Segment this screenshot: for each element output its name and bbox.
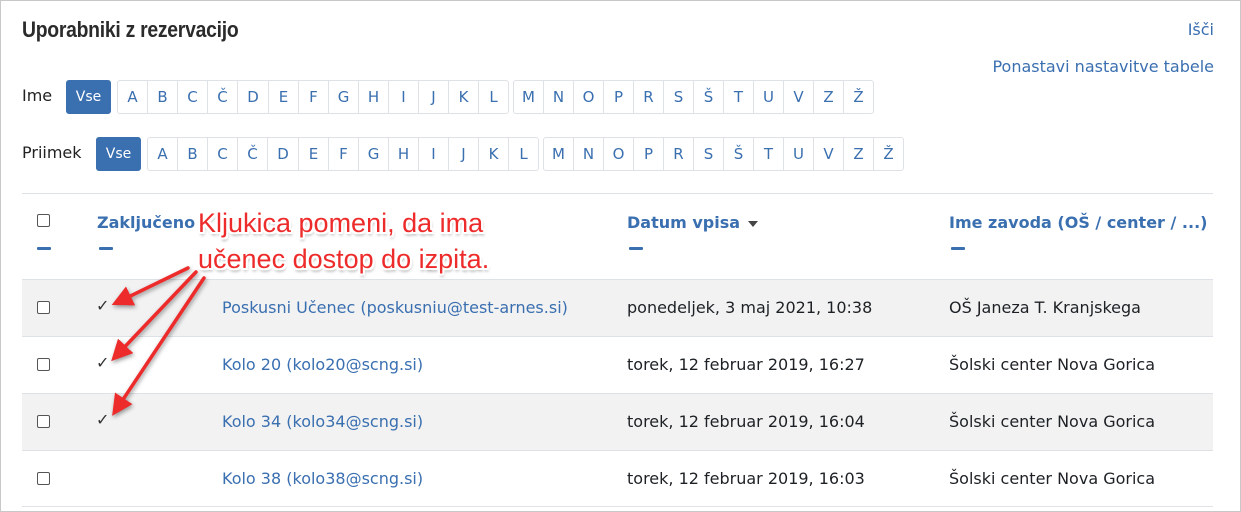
annotation-callout: Kljukica pomeni, da ima učenec dostop do… xyxy=(198,205,489,277)
annotation-line: učenec dostop do izpita. xyxy=(198,244,490,274)
annotation-line: Kljukica pomeni, da ima xyxy=(198,208,484,238)
annotation-arrows xyxy=(111,266,206,416)
annotation-arrow xyxy=(111,266,190,306)
